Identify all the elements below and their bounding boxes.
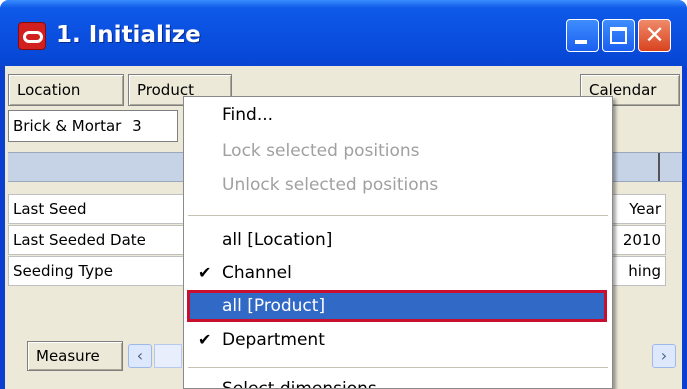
row-value[interactable]: 2010 xyxy=(604,225,666,255)
menu-separator xyxy=(188,367,608,368)
menu-item-label: all [Location] xyxy=(222,230,333,250)
filter-cell-suffix: 3 xyxy=(132,117,142,135)
minimize-icon xyxy=(575,40,587,44)
row-label: Last Seeded Date xyxy=(8,225,188,255)
minimize-button[interactable] xyxy=(566,19,599,52)
menu-item-label: Select dimensions... xyxy=(222,379,393,389)
row-label: Seeding Type xyxy=(8,256,188,286)
checkmark-icon: ✔ xyxy=(198,330,212,349)
maximize-icon xyxy=(610,27,627,44)
chevron-left-icon[interactable]: ‹ xyxy=(128,344,152,368)
menu-item-channel[interactable]: ✔ Channel xyxy=(184,257,612,289)
location-dimension-button[interactable]: Location xyxy=(8,74,124,106)
menu-item-unlock-positions: Unlock selected positions xyxy=(184,169,612,201)
menu-separator xyxy=(188,215,608,216)
checkmark-icon: ✔ xyxy=(198,263,212,282)
menu-item-lock-positions: Lock selected positions xyxy=(184,135,612,167)
scrollbar-thumb[interactable] xyxy=(154,344,182,368)
menu-item-find[interactable]: Find... xyxy=(184,99,612,131)
row-value[interactable]: Year xyxy=(604,194,666,224)
menu-item-label: Lock selected positions xyxy=(222,141,420,161)
app-window: 1. Initialize ✕ Location Product Calenda… xyxy=(0,0,687,389)
window-title: 1. Initialize xyxy=(56,22,201,48)
menu-item-select-dimensions[interactable]: Select dimensions... xyxy=(184,373,612,389)
chevron-right-icon[interactable]: › xyxy=(652,344,676,368)
menu-item-label: Unlock selected positions xyxy=(222,175,439,195)
close-button[interactable]: ✕ xyxy=(638,19,671,52)
menu-item-all-product[interactable]: all [Product] xyxy=(187,290,607,322)
column-divider xyxy=(658,153,660,181)
maximize-button[interactable] xyxy=(602,19,635,52)
menu-item-label: all [Product] xyxy=(222,296,326,316)
menu-item-all-location[interactable]: all [Location] xyxy=(184,224,612,256)
menu-item-label: Channel xyxy=(222,263,292,283)
row-label: Last Seed xyxy=(8,194,188,224)
title-bar[interactable]: 1. Initialize ✕ xyxy=(0,0,687,66)
location-filter-cell[interactable]: Brick & Mortar 3 xyxy=(8,110,178,142)
menu-item-label: Find... xyxy=(222,105,274,125)
context-menu: Find... Lock selected positions Unlock s… xyxy=(183,96,613,389)
close-icon: ✕ xyxy=(644,21,665,49)
measure-dimension-button[interactable]: Measure xyxy=(27,341,123,371)
row-value[interactable]: hing xyxy=(604,256,666,286)
menu-item-department[interactable]: ✔ Department xyxy=(184,324,612,356)
oracle-icon[interactable] xyxy=(18,22,46,50)
filter-cell-label: Brick & Mortar xyxy=(13,117,122,135)
menu-item-label: Department xyxy=(222,330,325,350)
